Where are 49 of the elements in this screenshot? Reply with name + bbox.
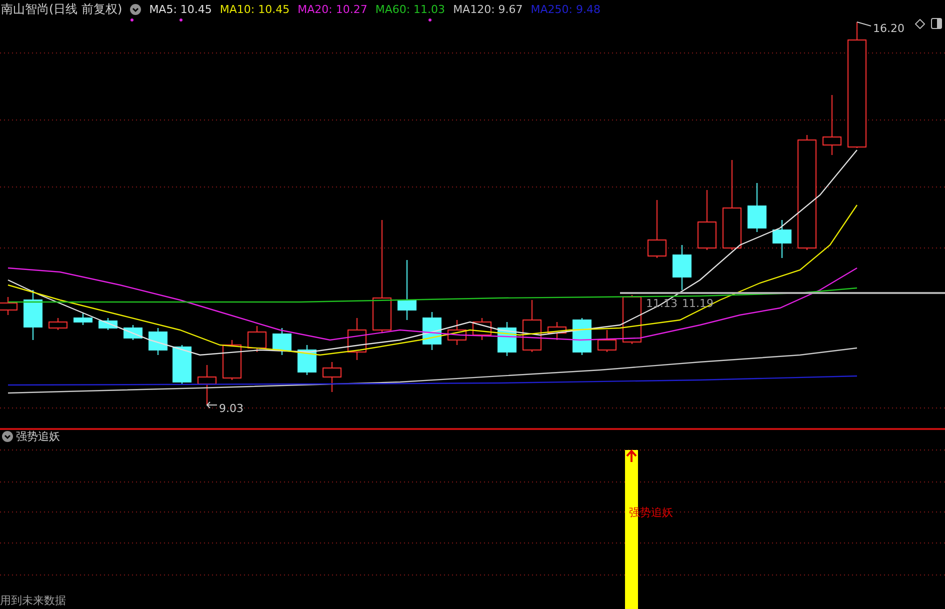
- footer-note: 用到未来数据: [0, 593, 66, 608]
- candlestick: [398, 260, 416, 320]
- candlestick: [598, 330, 616, 352]
- candlestick: [772, 220, 792, 258]
- candlestick: [172, 344, 192, 384]
- candlestick: [248, 326, 266, 352]
- candlestick: [422, 312, 442, 350]
- moving-average-label: MA120: 9.67: [453, 2, 523, 16]
- moving-average-label: MA20: 10.27: [298, 2, 368, 16]
- candlestick: [448, 320, 466, 346]
- candlestick: [98, 318, 118, 330]
- moving-average-label: MA250: 9.48: [530, 2, 600, 16]
- candlestick: [24, 290, 42, 340]
- candlestick: [322, 362, 342, 392]
- candlestick: [648, 200, 666, 258]
- candlestick: [148, 328, 168, 356]
- candlestick: [572, 318, 592, 356]
- moving-average-label: MA5: 10.45: [149, 2, 212, 16]
- candlestick: [548, 322, 566, 340]
- candlestick: [198, 364, 216, 406]
- candlestick: [822, 94, 842, 156]
- candlestick: [48, 318, 68, 330]
- candlestick: [472, 318, 492, 340]
- candlestick: [672, 244, 692, 290]
- dropdown-icon[interactable]: [130, 4, 142, 14]
- price-label: 16.20: [856, 22, 904, 35]
- candlestick: [748, 182, 766, 232]
- candlestick: [272, 328, 292, 356]
- marker-dot: [130, 18, 134, 22]
- panel-icon[interactable]: [931, 18, 942, 29]
- moving-average-label: MA60: 11.03: [375, 2, 446, 16]
- candlestick: [622, 294, 642, 344]
- price-label: 11.19: [682, 297, 714, 310]
- candlestick: [222, 340, 242, 380]
- candlestick: [348, 318, 366, 360]
- moving-average-label: MA10: 10.45: [220, 2, 290, 16]
- dropdown-icon[interactable]: [2, 431, 13, 442]
- marker-dot: [428, 18, 432, 22]
- marker-dot: [180, 18, 182, 22]
- candlestick: [74, 312, 92, 326]
- candlestick: [498, 322, 516, 356]
- chart-title: 南山智尚(日线 前复权): [1, 0, 122, 18]
- diamond-icon[interactable]: [915, 18, 925, 28]
- up-arrow-icon: [626, 450, 637, 463]
- candlestick: [124, 324, 142, 340]
- indicator-title: 强势追妖: [16, 429, 60, 444]
- candlestick: [698, 190, 716, 250]
- price-label: 9.03: [206, 402, 244, 415]
- candlestick: [522, 300, 542, 352]
